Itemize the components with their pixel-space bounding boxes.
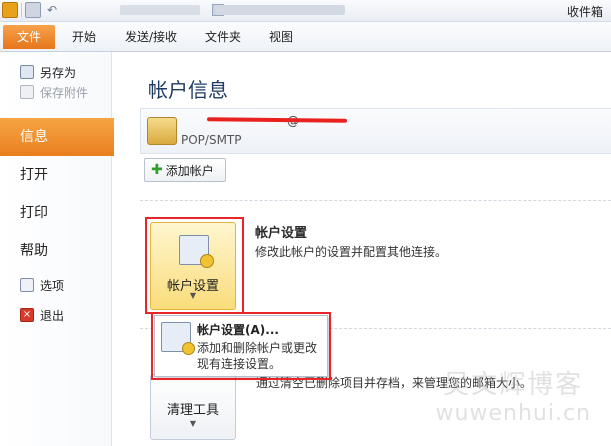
- window-title: 收件箱: [566, 5, 603, 19]
- options-icon: [20, 278, 34, 292]
- page-title: 帐户信息: [148, 78, 228, 102]
- tab-home[interactable]: 开始: [72, 28, 96, 45]
- nav-save-attachments[interactable]: 保存附件: [0, 82, 111, 102]
- nav-exit-label: 退出: [40, 308, 65, 323]
- highlight-box: [145, 217, 244, 314]
- blurred-title-region: [120, 5, 200, 15]
- blurred-title-region-2: [215, 5, 345, 15]
- outlook-icon[interactable]: [2, 2, 18, 18]
- tab-file[interactable]: 文件: [3, 25, 55, 49]
- backstage-nav: 另存为 保存附件 信息 打开 打印 帮助 选项 × 退出: [0, 52, 126, 446]
- chevron-down-icon: ▼: [189, 419, 197, 428]
- account-selector[interactable]: @ POP/SMTP: [140, 108, 611, 154]
- exit-icon: ×: [20, 308, 34, 322]
- section-divider: [140, 200, 611, 201]
- highlight-box-2: [151, 312, 331, 380]
- plus-icon: ✚: [151, 162, 163, 178]
- cleanup-button-label: 清理工具: [166, 403, 219, 418]
- save-as-icon: [20, 65, 34, 79]
- cleanup-tools-button[interactable]: 清理工具 ▼: [150, 374, 236, 440]
- watermark: 吴文辉博客 wuwenhui.cn: [436, 364, 591, 426]
- nav-options-label: 选项: [40, 278, 65, 293]
- quick-access-toolbar: ↶: [2, 2, 60, 18]
- nav-info[interactable]: 信息: [0, 118, 126, 156]
- nav-save-as-label: 另存为: [40, 65, 77, 80]
- nav-save-attachments-label: 保存附件: [40, 85, 89, 100]
- nav-help[interactable]: 帮助: [0, 232, 111, 270]
- watermark-line-1: 吴文辉博客: [443, 370, 584, 400]
- nav-save-as[interactable]: 另存为: [0, 62, 111, 82]
- nav-options[interactable]: 选项: [0, 270, 111, 300]
- nav-exit[interactable]: × 退出: [0, 300, 111, 330]
- qat-separator: [21, 3, 22, 17]
- add-account-button[interactable]: ✚ 添加帐户: [144, 158, 226, 182]
- attachment-icon: [20, 85, 34, 99]
- tab-view[interactable]: 视图: [269, 28, 293, 45]
- title-bar: ↶ 收件箱: [0, 0, 611, 22]
- account-settings-title: 帐户设置: [255, 226, 308, 241]
- account-icon: [147, 117, 177, 145]
- nav-print[interactable]: 打印: [0, 194, 111, 232]
- watermark-line-2: wuwenhui.cn: [435, 401, 591, 426]
- redaction-mark: [206, 117, 348, 123]
- undo-icon[interactable]: ↶: [44, 2, 60, 18]
- account-settings-desc: 修改此帐户的设置并配置其他连接。: [255, 245, 448, 259]
- main-panel: 帐户信息 @ POP/SMTP ✚ 添加帐户 帐户设置 ▼ 帐户设置 修改此帐户…: [114, 52, 611, 446]
- add-account-label: 添加帐户: [165, 163, 214, 178]
- tab-folder[interactable]: 文件夹: [205, 28, 241, 45]
- save-icon[interactable]: [25, 2, 41, 18]
- nav-open[interactable]: 打开: [0, 156, 111, 194]
- ribbon-tabs: 文件 开始 发送/接收 文件夹 视图: [0, 22, 611, 52]
- account-type: POP/SMTP: [181, 133, 242, 147]
- tab-send-receive[interactable]: 发送/接收: [125, 28, 177, 45]
